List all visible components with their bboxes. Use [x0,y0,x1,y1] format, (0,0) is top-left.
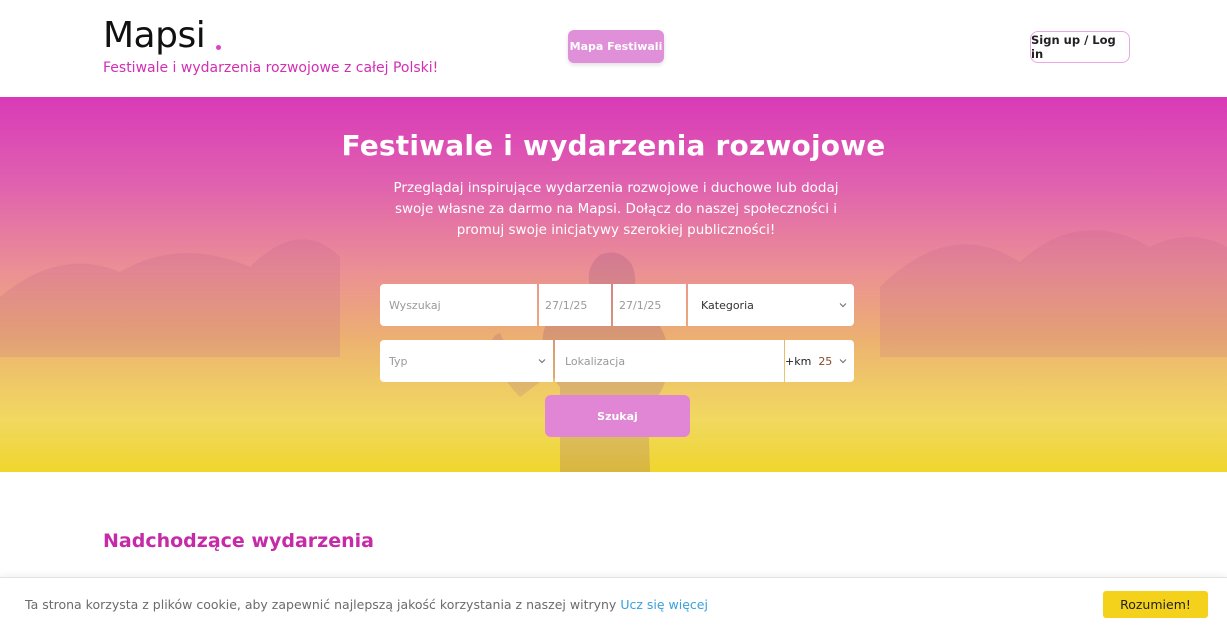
tagline: Festiwale i wydarzenia rozwojowe z całej… [103,60,439,76]
chevron-down-icon [538,359,546,364]
category-select[interactable]: Kategoria [688,284,854,326]
cookie-accept-button[interactable]: Rozumiem! [1103,591,1208,618]
hero-banner: Festiwale i wydarzenia rozwojowe Przeglą… [0,97,1227,472]
radius-label: +km [785,354,812,368]
site-header: Mapsi Festiwale i wydarzenia rozwojowe z… [0,0,1227,97]
logo-dot-icon [216,45,222,50]
logo-text: Mapsi [103,15,206,56]
logo[interactable]: Mapsi [103,14,222,58]
cookie-message: Ta strona korzysta z plików cookie, aby … [25,597,708,612]
festival-map-button[interactable]: Mapa Festiwali [568,30,664,63]
cookie-banner: Ta strona korzysta z plików cookie, aby … [0,577,1227,629]
category-select-value: Kategoria [701,298,754,312]
date-from-input[interactable]: 27/1/25 [539,284,611,326]
type-select-value: Typ [389,354,408,368]
cookie-message-text: Ta strona korzysta z plików cookie, aby … [25,597,617,612]
location-input[interactable]: Lokalizacja [555,340,784,382]
radius-value: 25 [818,354,833,368]
search-button[interactable]: Szukaj [545,395,690,437]
date-to-input[interactable]: 27/1/25 [613,284,686,326]
search-input[interactable]: Wyszukaj [380,284,537,326]
chevron-down-icon [839,303,847,308]
cookie-learn-more-link[interactable]: Ucz się więcej [620,597,708,612]
upcoming-events-heading: Nadchodzące wydarzenia [103,530,374,552]
chevron-down-icon [839,359,847,364]
hero-title: Festiwale i wydarzenia rozwojowe [341,129,886,162]
sign-up-login-button[interactable]: Sign up / Log in [1030,31,1130,63]
hero-subtitle: Przeglądaj inspirujące wydarzenia rozwoj… [393,180,839,238]
radius-select[interactable]: +km 25 [785,340,854,382]
type-select[interactable]: Typ [380,340,553,382]
